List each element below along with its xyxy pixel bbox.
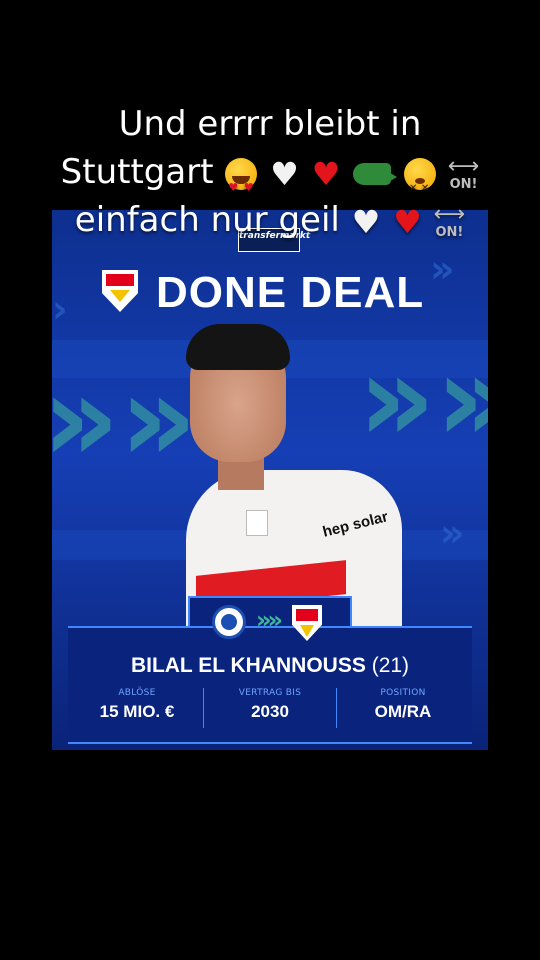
stat-position-value: OM/RA: [374, 702, 432, 721]
headline: DONE DEAL: [156, 268, 425, 317]
player-age: (21): [371, 654, 410, 677]
stat-contract-label: VERTRAG BIS: [238, 688, 302, 698]
player-hair: [186, 324, 290, 370]
transfer-arrow-icon: »»: [256, 606, 283, 634]
stat-fee: ABLÖSE 15 MIO. €: [72, 688, 202, 722]
chevron-small-decoration-icon: »: [430, 247, 455, 291]
stat-divider: [203, 688, 204, 728]
white-heart-icon: ♥: [270, 154, 299, 193]
crocodile-emoji-icon: [353, 162, 398, 185]
shirt-crest-icon: [246, 510, 268, 536]
dizzy-face-emoji-icon: [403, 157, 436, 213]
on-arrow-icon: ⟷ ON!: [433, 202, 466, 240]
caption-line-2-text: Stuttgart: [60, 152, 214, 192]
caption-line-3: einfach nur geil ♥ ♥ ⟷ ON!: [0, 196, 540, 244]
leicester-city-crest-icon: [212, 605, 246, 639]
player-photo: hep solar: [172, 320, 412, 640]
heart-eyes-emoji-icon: [225, 157, 258, 212]
stat-divider: [336, 688, 337, 728]
chevron-small-decoration-icon: »: [440, 511, 465, 555]
white-heart-icon: ♥: [351, 202, 381, 241]
stat-fee-label: ABLÖSE: [118, 688, 156, 698]
stat-fee-value: 15 MIO. €: [99, 702, 175, 721]
video-caption: Und errrr bleibt in Stuttgart ♥ ♥ ⟷ON! e…: [0, 100, 540, 244]
stat-position-label: POSITION: [380, 688, 426, 698]
stat-position: POSITION OM/RA: [338, 688, 468, 722]
stat-contract: VERTRAG BIS 2030: [205, 688, 335, 722]
chevron-small-decoration-icon: ›: [52, 287, 68, 331]
transfer-graphic-card: »» »» » » › transfermarkt DONE DEAL hep …: [52, 210, 488, 750]
vfb-stuttgart-crest-icon: [102, 270, 138, 312]
caption-line-3-text: einfach nur geil: [74, 200, 340, 240]
red-heart-icon: ♥: [311, 154, 341, 193]
on-arrow-icon: ⟷ ON!: [447, 154, 480, 192]
player-name-row: BILAL EL KHANNOUSS (21): [52, 654, 488, 678]
player-name: BILAL EL KHANNOUSS: [130, 654, 366, 677]
stat-contract-value: 2030: [251, 702, 289, 721]
caption-line-2: Stuttgart ♥ ♥ ⟷ON!: [0, 148, 540, 213]
caption-line-1: Und errrr bleibt in: [118, 104, 422, 144]
